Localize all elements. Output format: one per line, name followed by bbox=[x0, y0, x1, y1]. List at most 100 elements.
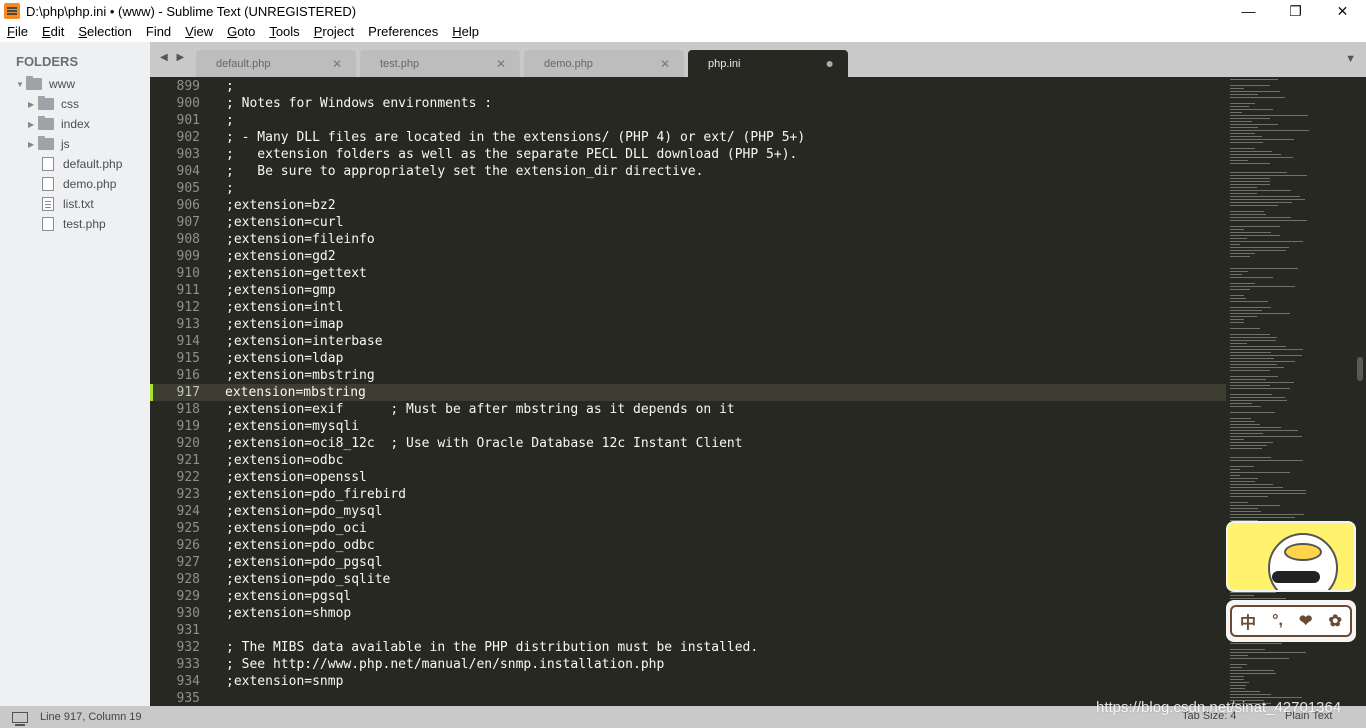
code-line[interactable]: 907 ;extension=curl bbox=[150, 214, 1226, 231]
code-line[interactable]: 933 ; See http://www.php.net/manual/en/sn… bbox=[150, 656, 1226, 673]
code-line[interactable]: 929 ;extension=pgsql bbox=[150, 588, 1226, 605]
code-line[interactable]: 908 ;extension=fileinfo bbox=[150, 231, 1226, 248]
minimap-line bbox=[1230, 148, 1255, 149]
tree-folder-css[interactable]: ▶ css bbox=[28, 94, 79, 114]
code-line[interactable]: 900 ; Notes for Windows environments : bbox=[150, 95, 1226, 112]
minimap-line bbox=[1230, 691, 1260, 692]
code-line[interactable]: 899; bbox=[150, 78, 1226, 95]
code-line[interactable]: 918 ;extension=exif ; Must be after mbstr… bbox=[150, 401, 1226, 418]
code-line[interactable]: 903 ; extension folders as well as the se… bbox=[150, 146, 1226, 163]
code-line[interactable]: 919 ;extension=mysqli bbox=[150, 418, 1226, 435]
gear-icon[interactable]: ✿ bbox=[1329, 611, 1342, 631]
code-line[interactable]: 901; bbox=[150, 112, 1226, 129]
caret-right-icon[interactable]: ▶ bbox=[28, 140, 38, 149]
minimap-line bbox=[1230, 319, 1244, 320]
code-line[interactable]: 902 ; - Many DLL files are located in the… bbox=[150, 129, 1226, 146]
minimap-line bbox=[1230, 382, 1294, 383]
caret-right-icon[interactable]: ▶ bbox=[28, 120, 38, 129]
line-text: ;extension=mbstring bbox=[226, 368, 375, 383]
code-line[interactable]: 909 ;extension=gd2 bbox=[150, 248, 1226, 265]
minimize-button[interactable]: — bbox=[1225, 0, 1272, 22]
close-tab-icon[interactable]: ✕ bbox=[332, 57, 342, 71]
menu-find[interactable]: Find bbox=[139, 22, 178, 42]
code-line[interactable]: 930 ;extension=shmop bbox=[150, 605, 1226, 622]
code-line[interactable]: 904 ; Be sure to appropriately set the ex… bbox=[150, 163, 1226, 180]
close-tab-icon[interactable]: ✕ bbox=[496, 57, 506, 71]
code-line[interactable]: 931 bbox=[150, 622, 1226, 639]
minimap-line bbox=[1230, 457, 1271, 458]
menu-selection[interactable]: Selection bbox=[71, 22, 138, 42]
code-line[interactable]: 926 ;extension=pdo_odbc bbox=[150, 537, 1226, 554]
code-line[interactable]: 917 extension=mbstring bbox=[150, 384, 1226, 401]
tab-demo-php[interactable]: demo.php ✕ bbox=[524, 50, 684, 77]
tree-file-list-txt[interactable]: list.txt bbox=[42, 194, 94, 214]
menu-preferences[interactable]: Preferences bbox=[361, 22, 445, 42]
tab-default-php[interactable]: default.php ✕ bbox=[196, 50, 356, 77]
menu-project[interactable]: Project bbox=[307, 22, 361, 42]
caret-down-icon[interactable]: ▼ bbox=[16, 80, 26, 89]
code-line[interactable]: 925 ;extension=pdo_oci bbox=[150, 520, 1226, 537]
tree-file-demo-php[interactable]: demo.php bbox=[42, 174, 116, 194]
tree-folder-js[interactable]: ▶ js bbox=[28, 134, 70, 154]
tab-php-ini[interactable]: php.ini ● bbox=[688, 50, 848, 77]
close-window-button[interactable]: ✕ bbox=[1319, 0, 1366, 22]
code-line[interactable]: 913 ;extension=imap bbox=[150, 316, 1226, 333]
menu-selection-key: S bbox=[78, 24, 88, 39]
menu-edit-rest: dit bbox=[50, 24, 65, 39]
code-line[interactable]: 927 ;extension=pdo_pgsql bbox=[150, 554, 1226, 571]
menu-goto[interactable]: Goto bbox=[220, 22, 262, 42]
code-line[interactable]: 934 ;extension=snmp bbox=[150, 673, 1226, 690]
menu-tools[interactable]: Tools bbox=[262, 22, 306, 42]
scrollbar-thumb[interactable] bbox=[1357, 357, 1363, 381]
code-editor[interactable]: 899; 900; Notes for Windows environments … bbox=[150, 77, 1226, 706]
minimap-line bbox=[1230, 421, 1255, 422]
minimap-line bbox=[1230, 136, 1262, 137]
tree-folder-index[interactable]: ▶ index bbox=[28, 114, 90, 134]
tab-test-php[interactable]: test.php ✕ bbox=[360, 50, 520, 77]
tree-file-test-php[interactable]: test.php bbox=[42, 214, 106, 234]
menu-edit[interactable]: Edit bbox=[35, 22, 71, 42]
watermark: https://blog.csdn.net/sinat_42701364 bbox=[1096, 699, 1342, 716]
code-line[interactable]: 921 ;extension=odbc bbox=[150, 452, 1226, 469]
line-text: ;extension=bz2 bbox=[226, 198, 336, 213]
code-line[interactable]: 928 ;extension=pdo_sqlite bbox=[150, 571, 1226, 588]
code-line[interactable]: 914 ;extension=interbase bbox=[150, 333, 1226, 350]
tree-file-default-php[interactable]: default.php bbox=[42, 154, 122, 174]
minimap-line bbox=[1230, 340, 1276, 341]
menu-view[interactable]: View bbox=[178, 22, 220, 42]
text-file-icon bbox=[42, 197, 54, 211]
tree-folder-www[interactable]: ▼ www bbox=[16, 74, 75, 94]
code-line[interactable]: 915 ;extension=ldap bbox=[150, 350, 1226, 367]
heart-icon[interactable]: ❤ bbox=[1299, 611, 1312, 631]
code-line[interactable]: 932 ; The MIBS data available in the PHP … bbox=[150, 639, 1226, 656]
code-line[interactable]: 920 ;extension=oci8_12c ; Use with Oracle… bbox=[150, 435, 1226, 452]
code-line[interactable]: 911 ;extension=gmp bbox=[150, 282, 1226, 299]
code-line[interactable]: 916 ;extension=mbstring bbox=[150, 367, 1226, 384]
code-line[interactable]: 924 ;extension=pdo_mysql bbox=[150, 503, 1226, 520]
line-number: 901 bbox=[176, 113, 200, 128]
sublime-text-icon bbox=[4, 3, 20, 19]
caret-right-icon[interactable]: ▶ bbox=[28, 100, 38, 109]
minimap-line bbox=[1230, 469, 1240, 470]
minimap-line bbox=[1230, 289, 1250, 290]
maximize-button[interactable]: ❐ bbox=[1272, 0, 1319, 22]
code-line[interactable]: 910 ;extension=gettext bbox=[150, 265, 1226, 282]
code-line[interactable]: 922 ;extension=openssl bbox=[150, 469, 1226, 486]
code-line[interactable]: 923 ;extension=pdo_firebird bbox=[150, 486, 1226, 503]
minimap-line bbox=[1230, 403, 1252, 404]
menu-help[interactable]: Help bbox=[445, 22, 486, 42]
panel-toggle-icon[interactable] bbox=[12, 711, 28, 726]
minimap-line bbox=[1230, 511, 1261, 512]
code-line[interactable]: 905; bbox=[150, 180, 1226, 197]
code-line[interactable]: 935 bbox=[150, 690, 1226, 706]
tab-menu-arrow-icon[interactable]: ▼ bbox=[1345, 53, 1356, 65]
menu-file[interactable]: File bbox=[0, 22, 35, 42]
close-tab-icon[interactable]: ✕ bbox=[660, 57, 670, 71]
tab-scroll-arrows[interactable]: ◀ ▶ bbox=[160, 52, 187, 63]
ime-punctuation-toggle[interactable]: °, bbox=[1272, 612, 1283, 630]
code-line[interactable]: 912 ;extension=intl bbox=[150, 299, 1226, 316]
code-line[interactable]: 906 ;extension=bz2 bbox=[150, 197, 1226, 214]
minimap-line bbox=[1230, 193, 1257, 194]
unsaved-dot-icon[interactable]: ● bbox=[826, 55, 834, 71]
ime-mode-toggle[interactable]: 中 bbox=[1240, 609, 1256, 633]
